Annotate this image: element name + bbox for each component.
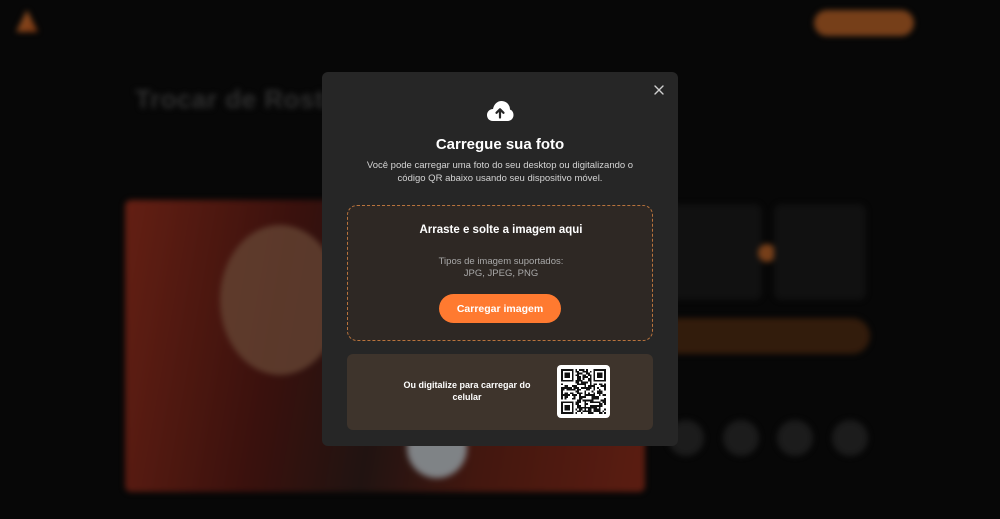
modal-title: Carregue sua foto <box>435 136 565 153</box>
supported-types-list: JPG, JPEG, PNG <box>463 268 539 279</box>
upload-image-button[interactable]: Carregar imagem <box>439 294 561 323</box>
modal-description: Você pode carregar uma foto do seu deskt… <box>366 160 634 184</box>
upload-modal: Carregue sua foto Você pode carregar uma… <box>322 72 678 446</box>
qr-upload-panel: Ou digitalize para carregar do celular <box>347 354 653 430</box>
qr-code[interactable] <box>557 365 610 418</box>
drop-zone-title: Arraste e solte a imagem aqui <box>419 224 583 236</box>
supported-types-label: Tipos de imagem suportados: <box>438 256 564 267</box>
supported-types: Tipos de imagem suportados: JPG, JPEG, P… <box>398 256 604 280</box>
qr-instruction: Ou digitalize para carregar do celular <box>403 380 531 402</box>
drop-zone[interactable]: Arraste e solte a imagem aqui Tipos de i… <box>347 205 653 341</box>
close-icon[interactable] <box>652 83 666 97</box>
cloud-upload-icon <box>486 99 514 125</box>
